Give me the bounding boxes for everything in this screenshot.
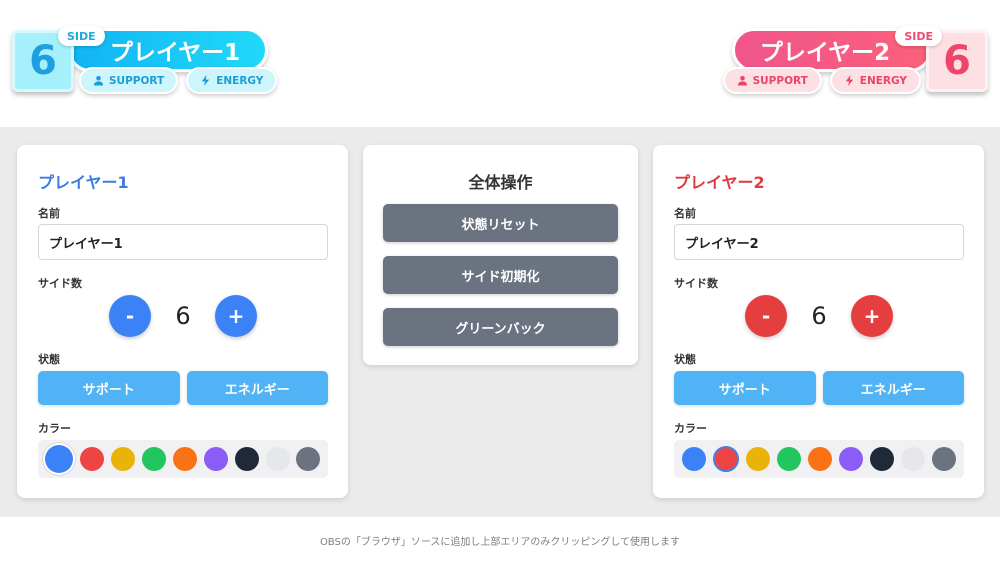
color-swatch[interactable] xyxy=(712,446,739,472)
lightning-icon xyxy=(202,75,210,86)
color-label: カラー xyxy=(674,422,707,435)
energy-button[interactable]: エネルギー xyxy=(822,371,964,405)
energy-button[interactable]: エネルギー xyxy=(186,371,328,405)
color-swatch[interactable] xyxy=(265,447,290,471)
panel-title: 全体操作 xyxy=(468,173,533,192)
color-palette xyxy=(38,440,328,478)
side-count-stepper: - 6 + xyxy=(745,295,893,337)
name-label: 名前 xyxy=(674,207,696,220)
footer-note: OBSの「ブラウザ」ソースに追加し上部エリアのみクリッピングして使用します xyxy=(319,536,681,548)
player1-support-chip: SUPPORT xyxy=(79,67,179,94)
side-decrement-button[interactable]: - xyxy=(109,295,151,337)
status-label: 状態 xyxy=(38,353,60,366)
color-palette xyxy=(674,440,964,478)
color-swatch[interactable] xyxy=(172,447,197,471)
reset-status-button[interactable]: 状態リセット xyxy=(383,204,618,242)
reset-sides-button[interactable]: サイド初期化 xyxy=(383,256,618,294)
name-label: 名前 xyxy=(38,207,60,220)
side-count-value: 6 xyxy=(811,302,827,330)
chip-label: ENERGY xyxy=(216,74,264,87)
status-label: 状態 xyxy=(674,353,696,366)
color-swatch[interactable] xyxy=(80,447,105,471)
green-screen-button[interactable]: グリーンバック xyxy=(383,308,618,346)
player1-energy-chip: ENERGY xyxy=(186,67,278,94)
side-decrement-button[interactable]: - xyxy=(745,295,787,337)
control-area: プレイヤー1 名前 サイド数 - 6 + 状態 サポート エネルギー カラー 全… xyxy=(0,127,1000,517)
side-count-label: サイド数 xyxy=(38,277,82,290)
support-button[interactable]: サポート xyxy=(38,371,180,405)
side-count-value: 6 xyxy=(175,302,191,330)
side-increment-button[interactable]: + xyxy=(215,295,257,337)
side-count-label: サイド数 xyxy=(674,277,718,290)
color-label: カラー xyxy=(38,422,71,435)
color-swatch[interactable] xyxy=(870,447,895,471)
color-swatch[interactable] xyxy=(142,447,167,471)
side-count-stepper: - 6 + xyxy=(109,295,257,337)
panel-title: プレイヤー1 xyxy=(38,173,129,192)
player1-overlay: プレイヤー1 6 SIDE SUPPORT ENERGY xyxy=(12,26,278,126)
color-swatch[interactable] xyxy=(932,447,957,471)
player2-support-chip: SUPPORT xyxy=(722,67,822,94)
color-swatch[interactable] xyxy=(776,447,801,471)
overlay-preview: プレイヤー1 6 SIDE SUPPORT ENERGY プレイヤー2 6 SI… xyxy=(0,0,1000,127)
color-swatch[interactable] xyxy=(901,447,926,471)
panel-title: プレイヤー2 xyxy=(674,173,765,192)
side-increment-button[interactable]: + xyxy=(851,295,893,337)
chip-label: SUPPORT xyxy=(752,74,808,87)
person-icon xyxy=(93,75,104,86)
color-swatch[interactable] xyxy=(296,447,321,471)
player1-name-input[interactable] xyxy=(38,224,328,260)
color-swatch[interactable] xyxy=(234,447,259,471)
color-swatch[interactable] xyxy=(681,447,706,471)
player2-name-input[interactable] xyxy=(674,224,964,260)
person-icon xyxy=(737,75,747,86)
color-swatch[interactable] xyxy=(745,447,770,471)
color-swatch[interactable] xyxy=(839,447,864,471)
player2-side-tag: SIDE xyxy=(895,26,942,46)
support-button[interactable]: サポート xyxy=(674,371,816,405)
global-controls-panel: 全体操作 状態リセット サイド初期化 グリーンバック xyxy=(363,145,638,365)
color-swatch[interactable] xyxy=(45,445,74,473)
lightning-icon xyxy=(845,75,853,86)
player1-side-tag: SIDE xyxy=(58,26,105,46)
color-swatch[interactable] xyxy=(203,447,228,471)
player1-panel: プレイヤー1 名前 サイド数 - 6 + 状態 サポート エネルギー カラー xyxy=(17,145,348,498)
color-swatch[interactable] xyxy=(807,447,832,471)
player2-overlay: プレイヤー2 6 SIDE SUPPORT ENERGY xyxy=(722,26,988,126)
color-swatch[interactable] xyxy=(111,447,136,471)
player2-energy-chip: ENERGY xyxy=(829,67,921,94)
chip-label: ENERGY xyxy=(859,74,907,87)
chip-label: SUPPORT xyxy=(109,74,165,87)
player2-panel: プレイヤー2 名前 サイド数 - 6 + 状態 サポート エネルギー カラー xyxy=(653,145,984,498)
